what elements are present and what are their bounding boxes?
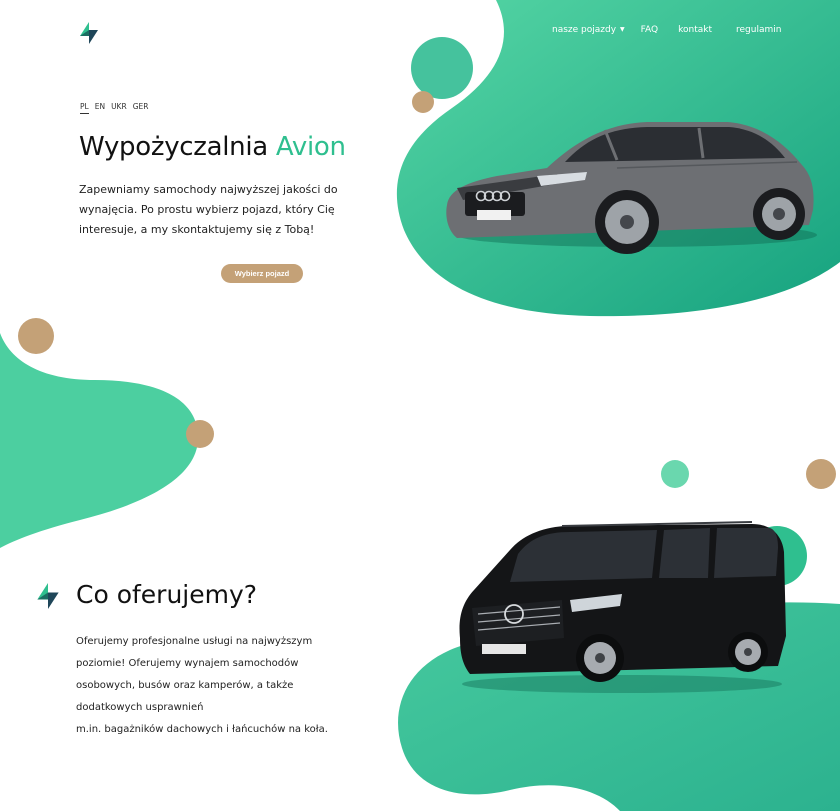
offer-line: osobowych, busów oraz kamperów, a także	[76, 680, 294, 691]
deco-circle	[18, 318, 54, 354]
nav-item-contact[interactable]: kontakt	[678, 25, 712, 35]
left-blob	[0, 333, 199, 548]
lang-ger[interactable]: GER	[133, 102, 149, 114]
avion-logo-icon[interactable]	[78, 20, 100, 46]
nav-item-faq[interactable]: FAQ	[641, 25, 658, 35]
deco-circle	[186, 420, 214, 448]
lang-ukr[interactable]: UKR	[111, 102, 127, 114]
title-accent: Avion	[275, 132, 346, 162]
sedan-car-icon	[446, 122, 817, 254]
van-car-icon	[459, 521, 786, 693]
offer-line: poziomie! Oferujemy wynajem samochodów	[76, 658, 299, 669]
offer-section-title: Co oferujemy?	[76, 580, 258, 609]
top-navigation: nasze pojazdy ▼ FAQ kontakt regulamin	[552, 25, 781, 35]
nav-item-vehicles[interactable]: nasze pojazdy ▼	[552, 25, 625, 35]
page-title: Wypożyczalnia Avion	[79, 132, 346, 162]
offer-description: Oferujemy profesjonalne usługi na najwyż…	[76, 631, 356, 741]
offer-line: m.in. bagażników dachowych i łańcuchów n…	[76, 724, 328, 735]
language-switcher: PL EN UKR GER	[80, 102, 148, 114]
nav-item-terms[interactable]: regulamin	[736, 25, 781, 35]
lang-pl[interactable]: PL	[80, 102, 89, 114]
deco-circle	[661, 460, 689, 488]
avion-logo-icon	[37, 583, 59, 609]
lang-en[interactable]: EN	[95, 102, 105, 114]
choose-vehicle-button[interactable]: Wybierz pojazd	[221, 264, 303, 283]
offer-line: dodatkowych usprawnień	[76, 702, 204, 713]
offer-line: Oferujemy profesjonalne usługi na najwyż…	[76, 636, 313, 647]
title-main: Wypożyczalnia	[79, 132, 268, 162]
deco-circle	[411, 37, 473, 99]
chevron-down-icon: ▼	[620, 26, 625, 33]
hero-description: Zapewniamy samochody najwyższej jakości …	[79, 183, 338, 236]
nav-item-label: nasze pojazdy	[552, 25, 617, 35]
deco-circle	[806, 459, 836, 489]
deco-circle	[412, 91, 434, 113]
